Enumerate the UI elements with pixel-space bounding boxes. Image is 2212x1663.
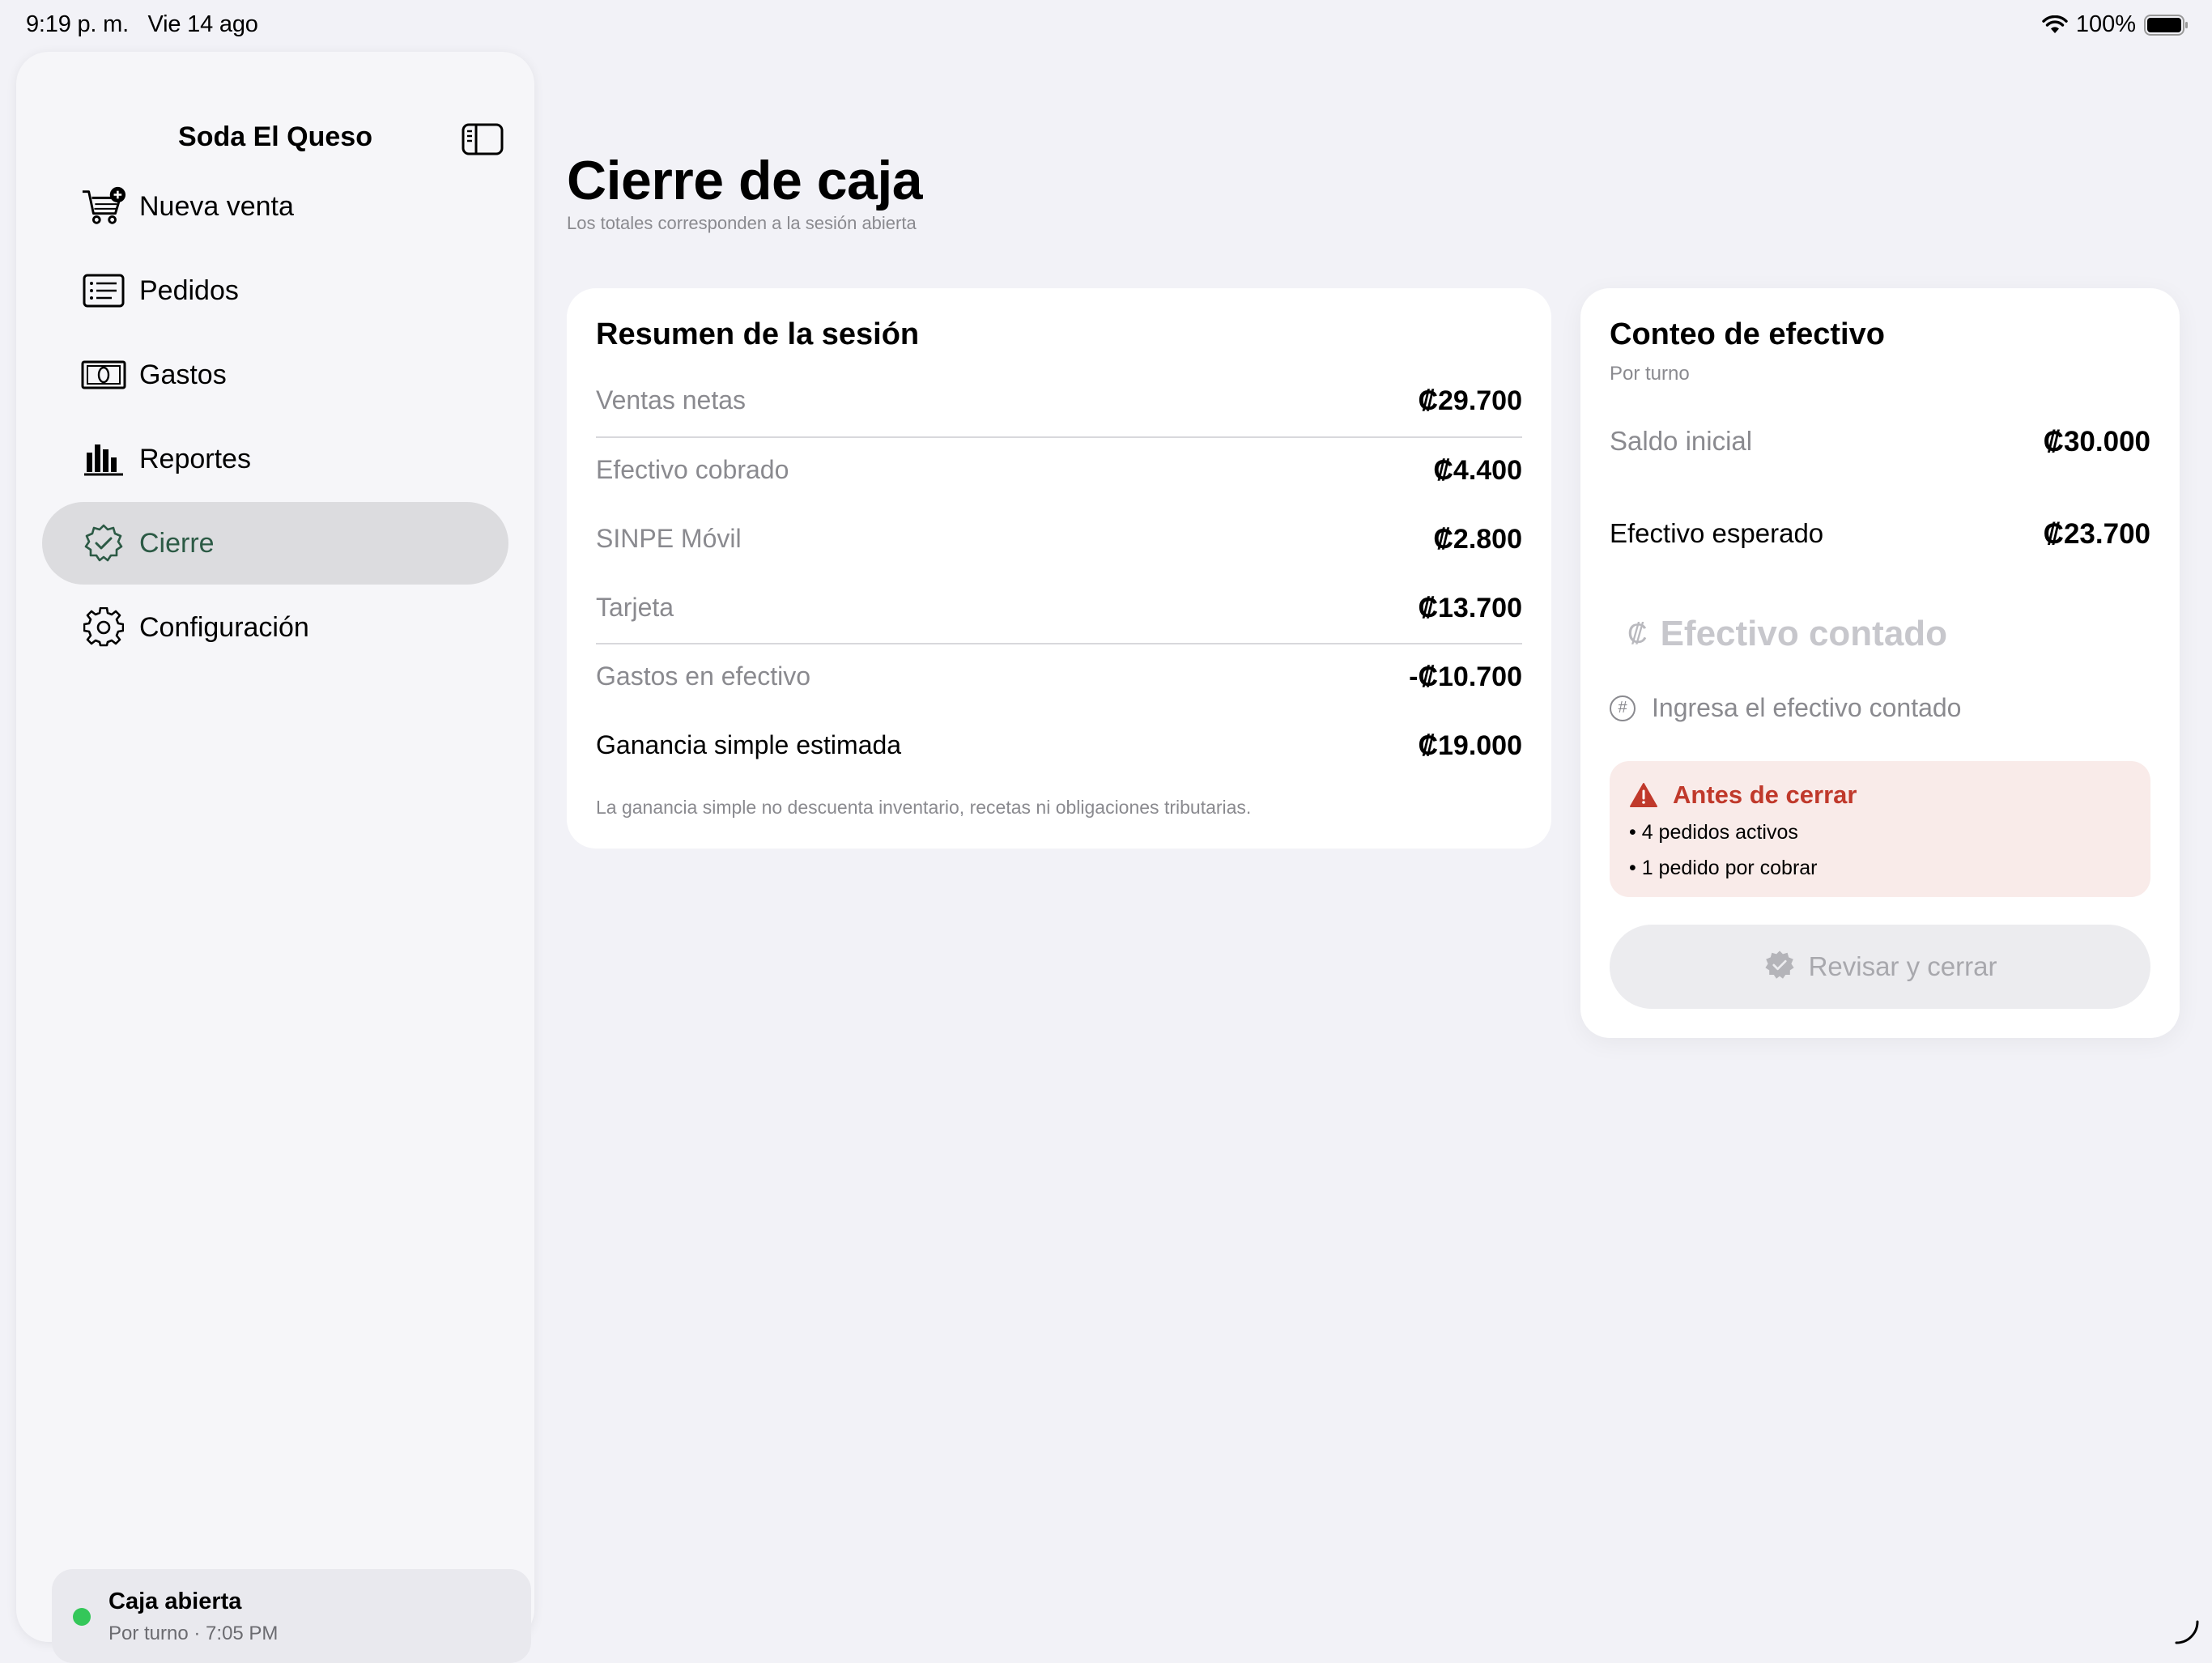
- hint-text: Ingresa el efectivo contado: [1652, 693, 1962, 722]
- counted-cash-placeholder: Efectivo contado: [1660, 614, 1948, 653]
- checkmark-seal-icon: [1763, 949, 1796, 985]
- summary-row-ganancia: Ganancia simple estimada ₡19.000: [596, 722, 1522, 771]
- row-value: ₡19.000: [1418, 730, 1522, 761]
- bar-chart-icon: [81, 436, 126, 482]
- row-label: Gastos en efectivo: [596, 661, 811, 691]
- page-title: Cierre de caja: [567, 150, 923, 211]
- summary-row-sinpe-movil: SINPE Móvil ₡2.800: [596, 516, 1522, 564]
- warning-triangle-icon: [1629, 782, 1658, 812]
- warning-title: Antes de cerrar: [1673, 780, 1857, 809]
- divider: [596, 643, 1522, 644]
- sidebar-item-label: Cierre: [139, 527, 215, 559]
- sidebar-item-label: Nueva venta: [139, 190, 294, 222]
- opening-balance-value: ₡30.000: [2043, 426, 2150, 457]
- summary-heading: Resumen de la sesión: [596, 317, 920, 351]
- session-summary-card: Resumen de la sesión Ventas netas ₡29.70…: [567, 288, 1551, 849]
- gear-icon: [81, 605, 126, 650]
- checkmark-seal-icon: [81, 521, 126, 566]
- row-value: ₡4.400: [1433, 455, 1522, 486]
- sidebar-toggle-icon[interactable]: [462, 123, 504, 159]
- opening-balance-label: Saldo inicial: [1610, 426, 1753, 456]
- counted-cash-hint: # Ingresa el efectivo contado: [1610, 693, 1961, 723]
- status-indicators: 100%: [2042, 11, 2189, 38]
- row-label: Tarjeta: [596, 593, 674, 622]
- status-time: 9:19 p. m. Vie 14 ago: [26, 11, 258, 37]
- list-icon: [81, 268, 126, 313]
- divider: [596, 436, 1522, 438]
- summary-row-tarjeta: Tarjeta ₡13.700: [596, 585, 1522, 633]
- row-value: ₡2.800: [1433, 524, 1522, 555]
- counted-cash-input[interactable]: ₡ Efectivo contado: [1610, 604, 2150, 664]
- cash-count-subtitle: Por turno: [1610, 363, 1690, 385]
- row-label: Efectivo cobrado: [596, 455, 789, 484]
- number-sign-icon: #: [1610, 695, 1636, 721]
- sidebar-item-nueva-venta[interactable]: Nueva venta: [42, 165, 508, 248]
- sidebar-item-gastos[interactable]: Gastos: [42, 334, 508, 416]
- expected-cash-row: Efectivo esperado ₡23.700: [1610, 510, 2150, 555]
- row-value: ₡29.700: [1418, 385, 1522, 416]
- summary-row-ventas-netas: Ventas netas ₡29.700: [596, 377, 1522, 426]
- battery-percent: 100%: [2075, 11, 2136, 37]
- row-value: ₡13.700: [1418, 593, 1522, 623]
- summary-row-gastos-efectivo: Gastos en efectivo -₡10.700: [596, 653, 1522, 702]
- page-subtitle: Los totales corresponden a la sesión abi…: [567, 213, 917, 233]
- cash-count-card: Conteo de efectivo Por turno Saldo inici…: [1580, 288, 2180, 1038]
- sidebar-item-label: Reportes: [139, 443, 251, 474]
- session-status-card[interactable]: Caja abierta Por turno · 7:05 PM: [52, 1569, 531, 1663]
- row-label: SINPE Móvil: [596, 524, 742, 553]
- cart-plus-icon: [81, 184, 126, 229]
- summary-footnote: La ganancia simple no descuenta inventar…: [596, 797, 1252, 818]
- wifi-icon: [2042, 15, 2068, 35]
- warning-item: • 4 pedidos activos: [1629, 821, 1798, 844]
- sidebar: Soda El Queso Nueva venta Pedidos Gastos: [16, 52, 534, 1663]
- sidebar-item-label: Gastos: [139, 359, 227, 390]
- sidebar-title: Soda El Queso: [178, 121, 372, 152]
- warning-box: Antes de cerrar • 4 pedidos activos • 1 …: [1610, 761, 2150, 897]
- row-value: -₡10.700: [1409, 661, 1522, 692]
- summary-row-efectivo-cobrado: Efectivo cobrado ₡4.400: [596, 447, 1522, 495]
- row-label: Ganancia simple estimada: [596, 730, 902, 759]
- review-and-close-button[interactable]: Revisar y cerrar: [1610, 925, 2150, 1009]
- status-dot: [73, 1608, 91, 1626]
- sidebar-item-pedidos[interactable]: Pedidos: [42, 249, 508, 332]
- sidebar-item-label: Pedidos: [139, 274, 239, 306]
- session-subtitle: Por turno · 7:05 PM: [108, 1623, 279, 1644]
- row-label: Ventas netas: [596, 385, 747, 415]
- session-title: Caja abierta: [108, 1589, 242, 1614]
- sidebar-nav: Nueva venta Pedidos Gastos Reportes Cier…: [42, 165, 508, 670]
- banknote-icon: [81, 352, 126, 398]
- sidebar-item-reportes[interactable]: Reportes: [42, 418, 508, 500]
- sidebar-item-cierre[interactable]: Cierre: [42, 502, 508, 585]
- cash-count-heading: Conteo de efectivo: [1610, 317, 1885, 351]
- opening-balance-row: Saldo inicial ₡30.000: [1610, 418, 2150, 463]
- corner-grabber-icon: [2173, 1618, 2201, 1650]
- expected-cash-label: Efectivo esperado: [1610, 518, 1824, 548]
- expected-cash-value: ₡23.700: [2043, 518, 2150, 550]
- battery-icon: [2144, 14, 2189, 36]
- warning-item: • 1 pedido por cobrar: [1629, 857, 1818, 879]
- sidebar-item-configuracion[interactable]: Configuración: [42, 586, 508, 669]
- currency-symbol: ₡: [1627, 618, 1648, 649]
- button-label: Revisar y cerrar: [1808, 951, 1997, 981]
- sidebar-item-label: Configuración: [139, 611, 309, 643]
